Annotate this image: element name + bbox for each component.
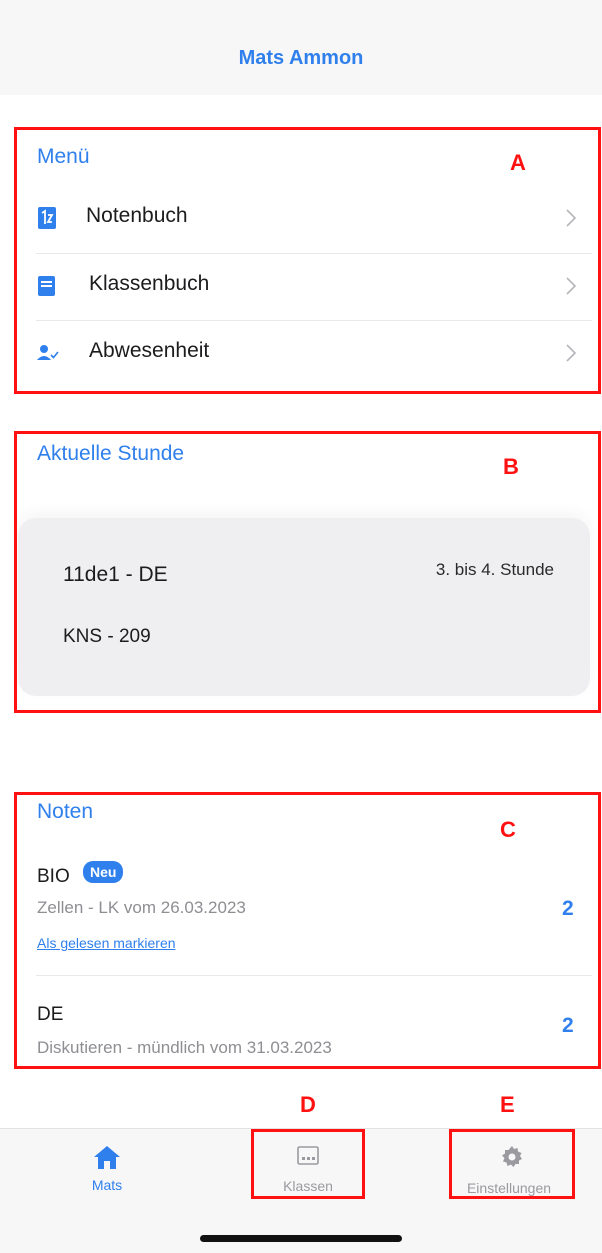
chevron-right-icon [566, 209, 577, 227]
current-lesson-card[interactable]: 11de1 - DE 3. bis 4. Stunde KNS - 209 [18, 518, 590, 696]
book-icon [36, 274, 58, 298]
menu-item-klassenbuch[interactable]: Klassenbuch [36, 254, 592, 320]
annotation-label-a: A [510, 150, 526, 175]
person-check-icon [36, 341, 59, 365]
annotation-label-e: E [500, 1092, 515, 1117]
grade-value: 2 [562, 1014, 574, 1037]
menu-item-abwesenheit[interactable]: Abwesenheit [36, 321, 592, 387]
grade-subject: DE [37, 1004, 64, 1025]
annotation-label-d: D [300, 1092, 316, 1117]
page-title: Mats Ammon [238, 47, 364, 69]
tab-mats[interactable]: Mats [52, 1144, 162, 1193]
grade-description: Zellen - LK vom 26.03.2023 [37, 898, 246, 917]
new-badge: Neu [83, 861, 124, 883]
chevron-right-icon [566, 344, 577, 362]
tab-klassen[interactable]: Klassen [253, 1145, 363, 1194]
tab-label: Mats [91, 1177, 123, 1193]
grade-value: 2 [562, 897, 574, 920]
home-indicator [200, 1235, 402, 1242]
gradebook-icon [36, 206, 58, 230]
lesson-period: 3. bis 4. Stunde [435, 560, 554, 579]
grades-divider [36, 975, 592, 976]
grade-subject: BIO [37, 866, 70, 887]
menu-item-label: Notenbuch [86, 204, 188, 227]
tab-einstellungen[interactable]: Einstellungen [457, 1145, 567, 1196]
home-icon [92, 1146, 122, 1174]
menu-item-label: Abwesenheit [89, 339, 210, 362]
grade-description: Diskutieren - mündlich vom 31.03.2023 [37, 1038, 332, 1057]
mark-as-read-link[interactable]: Als gelesen markieren [37, 935, 176, 951]
grades-section-title: Noten [37, 800, 94, 823]
tab-label: Einstellungen [466, 1180, 552, 1196]
chevron-right-icon [566, 277, 577, 295]
lesson-room: KNS - 209 [63, 626, 151, 647]
nav-header: Mats Ammon [0, 0, 602, 95]
screen: Mats Ammon A Menü Notenbuch Klassenbuch [0, 0, 602, 1253]
menu-item-notenbuch[interactable]: Notenbuch [36, 186, 592, 252]
lesson-class-subject: 11de1 - DE [63, 563, 168, 586]
classroom-icon [296, 1146, 320, 1171]
menu-section-title: Menü [37, 145, 90, 168]
current-lesson-title: Aktuelle Stunde [37, 442, 185, 465]
annotation-label-b: B [503, 454, 519, 479]
gear-icon [500, 1146, 524, 1173]
tab-label: Klassen [283, 1178, 333, 1194]
annotation-label-c: C [500, 817, 516, 842]
menu-item-label: Klassenbuch [89, 272, 210, 295]
